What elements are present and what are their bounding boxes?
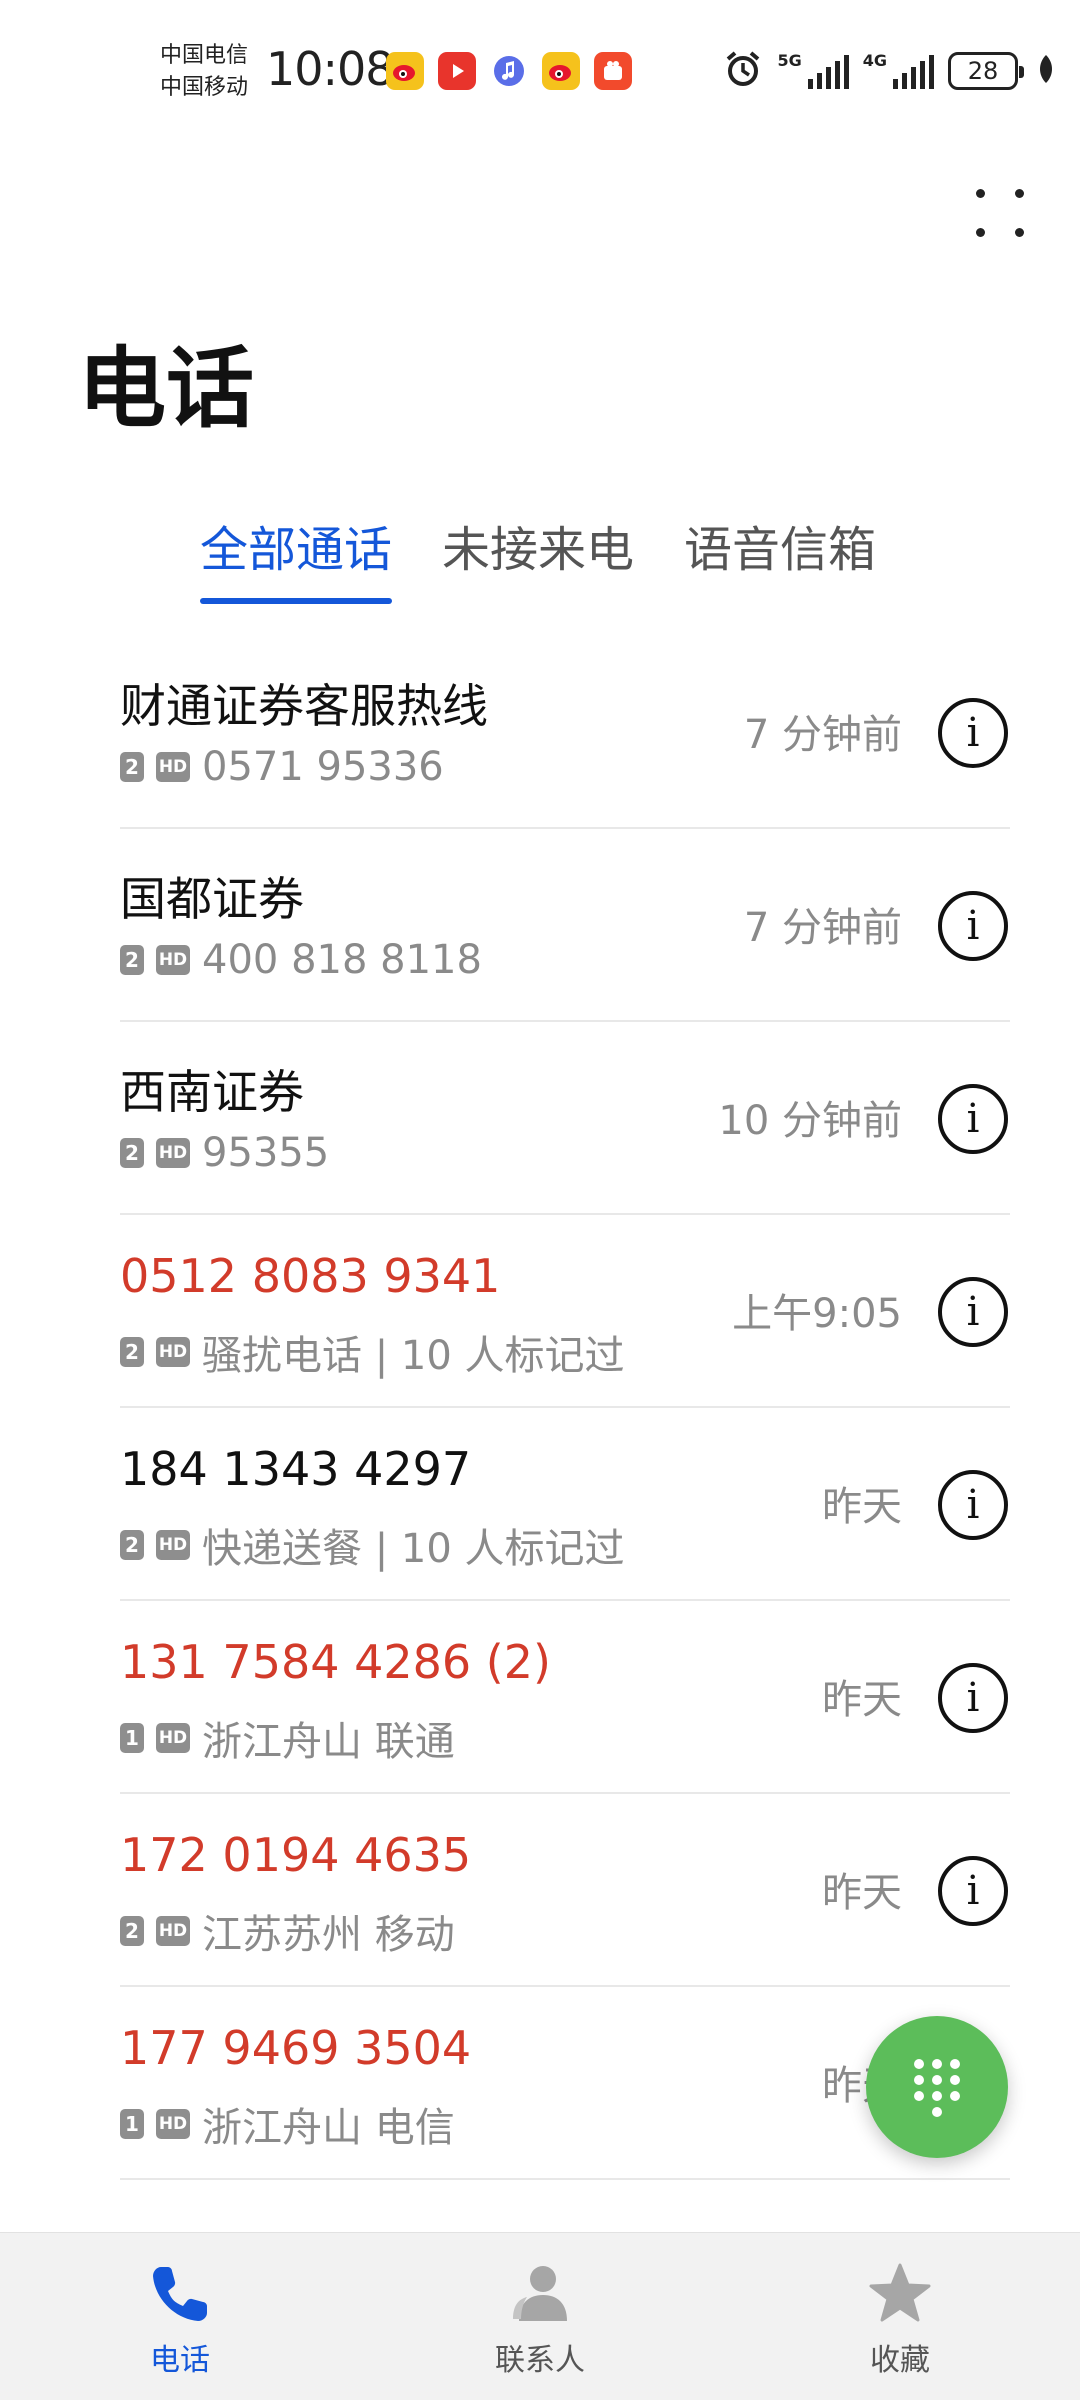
call-detail-text: 0571 95336 <box>202 744 444 790</box>
hd-badge: HD <box>156 2109 190 2139</box>
sim-badge: 1 <box>120 1723 144 1753</box>
carrier-info: 中国电信 中国移动 <box>160 40 260 104</box>
call-row[interactable]: 184 1343 4297 2 HD 快递送餐 | 10 人标记过 昨天 i <box>120 1408 1010 1601</box>
info-icon[interactable]: i <box>938 1856 1008 1926</box>
call-detail-text: 400 818 8118 <box>202 937 482 983</box>
contact-name: 131 7584 4286 (2) <box>120 1635 551 1689</box>
call-time: 上午9:05 <box>732 1291 902 1337</box>
page-title: 电话 <box>78 337 255 440</box>
tab-all-calls[interactable]: 全部通话 <box>200 510 393 604</box>
person-icon <box>513 2266 567 2321</box>
call-detail: 2 HD 快递送餐 | 10 人标记过 <box>120 1516 625 1574</box>
call-row[interactable]: 172 0194 4635 2 HD 江苏苏州 移动 昨天 i <box>120 1794 1010 1987</box>
info-icon[interactable]: i <box>938 1470 1008 1540</box>
call-time: 昨天 <box>822 1870 902 1916</box>
bottom-nav: 电话 联系人 收藏 <box>0 2232 1080 2400</box>
call-log-list: 财通证券客服热线 2 HD 0571 95336 7 分钟前 i 国都证券 2 … <box>120 636 1010 2180</box>
contact-name: 0512 8083 9341 <box>120 1249 501 1303</box>
call-row[interactable]: 国都证券 2 HD 400 818 8118 7 分钟前 i <box>120 829 1010 1022</box>
status-right: 5G 4G 28 <box>723 50 1056 92</box>
alarm-icon <box>723 49 763 93</box>
star-icon <box>869 2263 931 2322</box>
dialpad-button[interactable] <box>866 2016 1008 2158</box>
weibo-icon <box>386 52 424 90</box>
call-tabs: 全部通话 未接来电 语音信箱 <box>200 510 876 604</box>
sim-badge: 1 <box>120 2109 144 2139</box>
sim-badge: 2 <box>120 1138 144 1168</box>
battery-icon: 28 <box>948 52 1024 90</box>
nav-favorites[interactable]: 收藏 <box>800 2261 1000 2379</box>
call-row[interactable]: 西南证券 2 HD 95355 10 分钟前 i <box>120 1022 1010 1215</box>
call-detail-text: 浙江舟山 联通 <box>202 1719 455 1765</box>
call-detail-text: 快递送餐 | 10 人标记过 <box>202 1526 625 1572</box>
call-row[interactable]: 131 7584 4286 (2) 1 HD 浙江舟山 联通 昨天 i <box>120 1601 1010 1794</box>
call-row[interactable]: 财通证券客服热线 2 HD 0571 95336 7 分钟前 i <box>120 636 1010 829</box>
contact-name: 184 1343 4297 <box>120 1442 472 1496</box>
call-detail: 1 HD 浙江舟山 联通 <box>120 1709 455 1767</box>
call-detail-text: 骚扰电话 | 10 人标记过 <box>202 1333 625 1379</box>
phone-icon <box>153 2267 207 2321</box>
call-detail: 2 HD 江苏苏州 移动 <box>120 1902 455 1960</box>
call-detail: 2 HD 400 818 8118 <box>120 937 482 983</box>
nav-label: 联系人 <box>495 2343 585 2378</box>
carrier-2: 中国移动 <box>160 75 249 100</box>
carrier-1: 中国电信 <box>160 43 249 68</box>
contact-name: 177 9469 3504 <box>120 2021 472 2075</box>
weibo-icon-2 <box>542 52 580 90</box>
call-time: 昨天 <box>822 1677 902 1723</box>
music-icon <box>490 52 528 90</box>
info-icon[interactable]: i <box>938 1277 1008 1347</box>
call-detail-text: 浙江舟山 电信 <box>202 2105 455 2151</box>
call-time: 10 分钟前 <box>718 1098 902 1144</box>
contact-name: 172 0194 4635 <box>120 1828 472 1882</box>
more-options-icon[interactable] <box>972 185 1028 241</box>
hd-badge: HD <box>156 1337 190 1367</box>
call-time: 7 分钟前 <box>743 712 902 758</box>
tab-voicemail[interactable]: 语音信箱 <box>684 510 876 604</box>
call-detail: 2 HD 95355 <box>120 1130 329 1176</box>
nav-contacts[interactable]: 联系人 <box>440 2261 640 2379</box>
info-icon[interactable]: i <box>938 698 1008 768</box>
hd-badge: HD <box>156 752 190 782</box>
call-detail-text: 95355 <box>202 1130 330 1176</box>
hd-badge: HD <box>156 1916 190 1946</box>
tab-missed-calls[interactable]: 未接来电 <box>442 510 634 604</box>
hd-badge: HD <box>156 1138 190 1168</box>
signal-5g-icon: 5G <box>777 53 849 89</box>
contact-name: 西南证券 <box>120 1065 304 1119</box>
sim-badge: 2 <box>120 752 144 782</box>
info-icon[interactable]: i <box>938 891 1008 961</box>
battery-level: 28 <box>967 57 999 85</box>
call-time: 7 分钟前 <box>743 905 902 951</box>
sim-badge: 2 <box>120 1337 144 1367</box>
nav-phone[interactable]: 电话 <box>80 2261 280 2379</box>
notification-icons <box>386 52 632 90</box>
nav-label: 收藏 <box>870 2343 930 2378</box>
info-icon[interactable]: i <box>938 1084 1008 1154</box>
call-detail: 1 HD 浙江舟山 电信 <box>120 2095 455 2153</box>
hd-badge: HD <box>156 1723 190 1753</box>
contact-name: 国都证券 <box>120 872 304 926</box>
sim-badge: 2 <box>120 945 144 975</box>
contact-name: 财通证券客服热线 <box>120 679 488 733</box>
hd-badge: HD <box>156 945 190 975</box>
nav-label: 电话 <box>150 2343 210 2378</box>
sim-badge: 2 <box>120 1916 144 1946</box>
info-icon[interactable]: i <box>938 1663 1008 1733</box>
signal-4g-icon: 4G <box>863 53 934 89</box>
status-bar: 中国电信 中国移动 10:08 5G 4G 28 <box>0 0 1080 140</box>
leaf-icon <box>1036 53 1056 89</box>
call-detail: 2 HD 骚扰电话 | 10 人标记过 <box>120 1323 625 1381</box>
dialpad-icon <box>914 2059 960 2117</box>
sim-badge: 2 <box>120 1530 144 1560</box>
hd-badge: HD <box>156 1530 190 1560</box>
call-detail: 2 HD 0571 95336 <box>120 744 444 790</box>
status-time: 10:08 <box>266 42 395 96</box>
video-app-icon <box>438 52 476 90</box>
phone-app-screen: 中国电信 中国移动 10:08 5G 4G 28 电话 全部通话 未接来电 语音… <box>0 0 1080 2400</box>
call-time: 昨天 <box>822 1484 902 1530</box>
shopping-app-icon <box>594 52 632 90</box>
call-row[interactable]: 0512 8083 9341 2 HD 骚扰电话 | 10 人标记过 上午9:0… <box>120 1215 1010 1408</box>
call-detail-text: 江苏苏州 移动 <box>202 1912 455 1958</box>
